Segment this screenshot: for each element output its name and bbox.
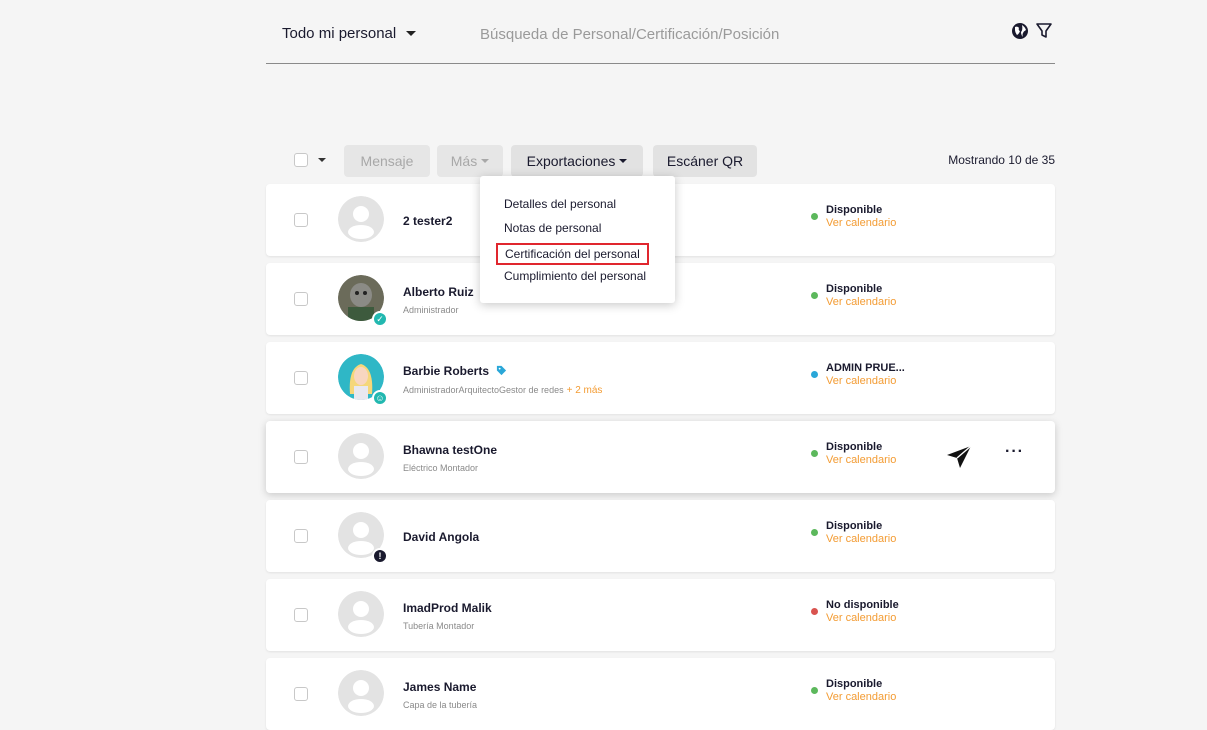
row-checkbox[interactable]	[294, 529, 308, 543]
status-dot	[811, 608, 818, 615]
caret-down-icon	[619, 159, 628, 163]
staff-filter-select[interactable]: Todo mi personal	[282, 25, 417, 42]
staff-name[interactable]: Bhawna testOne	[403, 443, 497, 457]
menu-item-staff-details[interactable]: Detalles del personal	[504, 197, 616, 211]
staff-name[interactable]: David Angola	[403, 530, 479, 544]
caret-down-icon	[406, 31, 417, 36]
staff-name[interactable]: James Name	[403, 680, 476, 694]
default-avatar-icon	[338, 196, 384, 242]
view-calendar-link[interactable]: Ver calendario	[826, 375, 896, 387]
message-button[interactable]: Mensaje	[344, 145, 430, 177]
status-text: Disponible	[826, 520, 883, 532]
staff-row[interactable]: ImadProd Malik Tubería Montador No dispo…	[266, 579, 1055, 651]
qr-scanner-button[interactable]: Escáner QR	[653, 145, 757, 177]
status-text: Disponible	[826, 283, 883, 295]
view-calendar-link[interactable]: Ver calendario	[826, 612, 896, 624]
exports-button[interactable]: Exportaciones	[511, 145, 643, 177]
send-message-icon[interactable]	[946, 445, 972, 474]
avatar	[338, 591, 384, 637]
status-dot	[811, 371, 818, 378]
status-text: No disponible	[826, 599, 899, 611]
more-roles-link[interactable]: + 2 más	[567, 385, 603, 396]
staff-role: Administrador	[403, 305, 459, 315]
staff-name[interactable]: Barbie Roberts	[403, 364, 507, 378]
top-icons	[1011, 22, 1053, 40]
alert-badge-icon: !	[372, 548, 388, 564]
staff-role: AdministradorArquitectoGestor de redes + …	[403, 385, 602, 396]
menu-item-staff-notes[interactable]: Notas de personal	[504, 221, 601, 235]
showing-count: Mostrando 10 de 35	[948, 153, 1055, 167]
status-dot	[811, 292, 818, 299]
default-avatar-icon	[338, 433, 384, 479]
filter-icon[interactable]	[1035, 22, 1053, 40]
row-checkbox[interactable]	[294, 608, 308, 622]
status-text: ADMIN PRUE...	[826, 362, 905, 374]
staff-name[interactable]: 2 tester2	[403, 214, 452, 228]
caret-down-icon	[481, 159, 490, 163]
staff-row[interactable]: Bhawna testOne Eléctrico Montador Dispon…	[266, 421, 1055, 493]
staff-row[interactable]: ☺ Barbie Roberts AdministradorArquitecto…	[266, 342, 1055, 414]
status-dot	[811, 687, 818, 694]
status-text: Disponible	[826, 204, 883, 216]
staff-page: Todo mi personal Mensaje	[266, 0, 1055, 730]
verified-badge-icon: ✓	[372, 311, 388, 327]
avatar	[338, 670, 384, 716]
staff-name[interactable]: ImadProd Malik	[403, 601, 492, 615]
row-checkbox[interactable]	[294, 292, 308, 306]
user-badge-icon: ☺	[372, 390, 388, 406]
exports-label: Exportaciones	[526, 153, 616, 169]
staff-row[interactable]: James Name Capa de la tubería Disponible…	[266, 658, 1055, 730]
staff-filter-label: Todo mi personal	[282, 25, 397, 42]
select-all-checkbox[interactable]	[294, 153, 308, 167]
avatar	[338, 433, 384, 479]
qr-scanner-label: Escáner QR	[666, 153, 744, 169]
status-text: Disponible	[826, 441, 883, 453]
tag-icon	[497, 365, 507, 376]
status-dot	[811, 529, 818, 536]
exports-dropdown-menu: Detalles del personal Notas de personal …	[480, 176, 675, 303]
more-button[interactable]: Más	[437, 145, 503, 177]
status-text: Disponible	[826, 678, 883, 690]
menu-item-staff-compliance[interactable]: Cumplimiento del personal	[504, 269, 646, 283]
view-calendar-link[interactable]: Ver calendario	[826, 217, 896, 229]
search-bar: Todo mi personal	[266, 0, 1055, 64]
menu-item-staff-certification[interactable]: Certificación del personal	[496, 243, 649, 265]
staff-role: Tubería Montador	[403, 621, 475, 631]
view-calendar-link[interactable]: Ver calendario	[826, 296, 896, 308]
staff-row[interactable]: ! David Angola Disponible Ver calendario	[266, 500, 1055, 572]
staff-name[interactable]: Alberto Ruiz	[403, 285, 474, 299]
row-checkbox[interactable]	[294, 213, 308, 227]
view-calendar-link[interactable]: Ver calendario	[826, 533, 896, 545]
staff-role: Capa de la tubería	[403, 700, 478, 710]
search-input[interactable]	[480, 22, 980, 46]
status-dot	[811, 213, 818, 220]
row-checkbox[interactable]	[294, 687, 308, 701]
more-actions-icon[interactable]: ···	[1005, 443, 1024, 461]
default-avatar-icon	[338, 591, 384, 637]
message-label: Mensaje	[360, 153, 414, 169]
row-checkbox[interactable]	[294, 450, 308, 464]
view-calendar-link[interactable]: Ver calendario	[826, 454, 896, 466]
status-dot	[811, 450, 818, 457]
row-checkbox[interactable]	[294, 371, 308, 385]
staff-name-text: Barbie Roberts	[403, 364, 490, 378]
staff-role-text: AdministradorArquitectoGestor de redes	[403, 385, 564, 395]
view-calendar-link[interactable]: Ver calendario	[826, 691, 896, 703]
staff-role: Eléctrico Montador	[403, 463, 479, 473]
default-avatar-icon	[338, 670, 384, 716]
bulk-toolbar: Mensaje Más Exportaciones Escáner QR Mos…	[266, 145, 1055, 177]
globe-icon[interactable]	[1011, 22, 1029, 40]
select-all-caret-icon[interactable]	[318, 158, 326, 162]
more-label: Más	[450, 153, 478, 169]
avatar	[338, 196, 384, 242]
